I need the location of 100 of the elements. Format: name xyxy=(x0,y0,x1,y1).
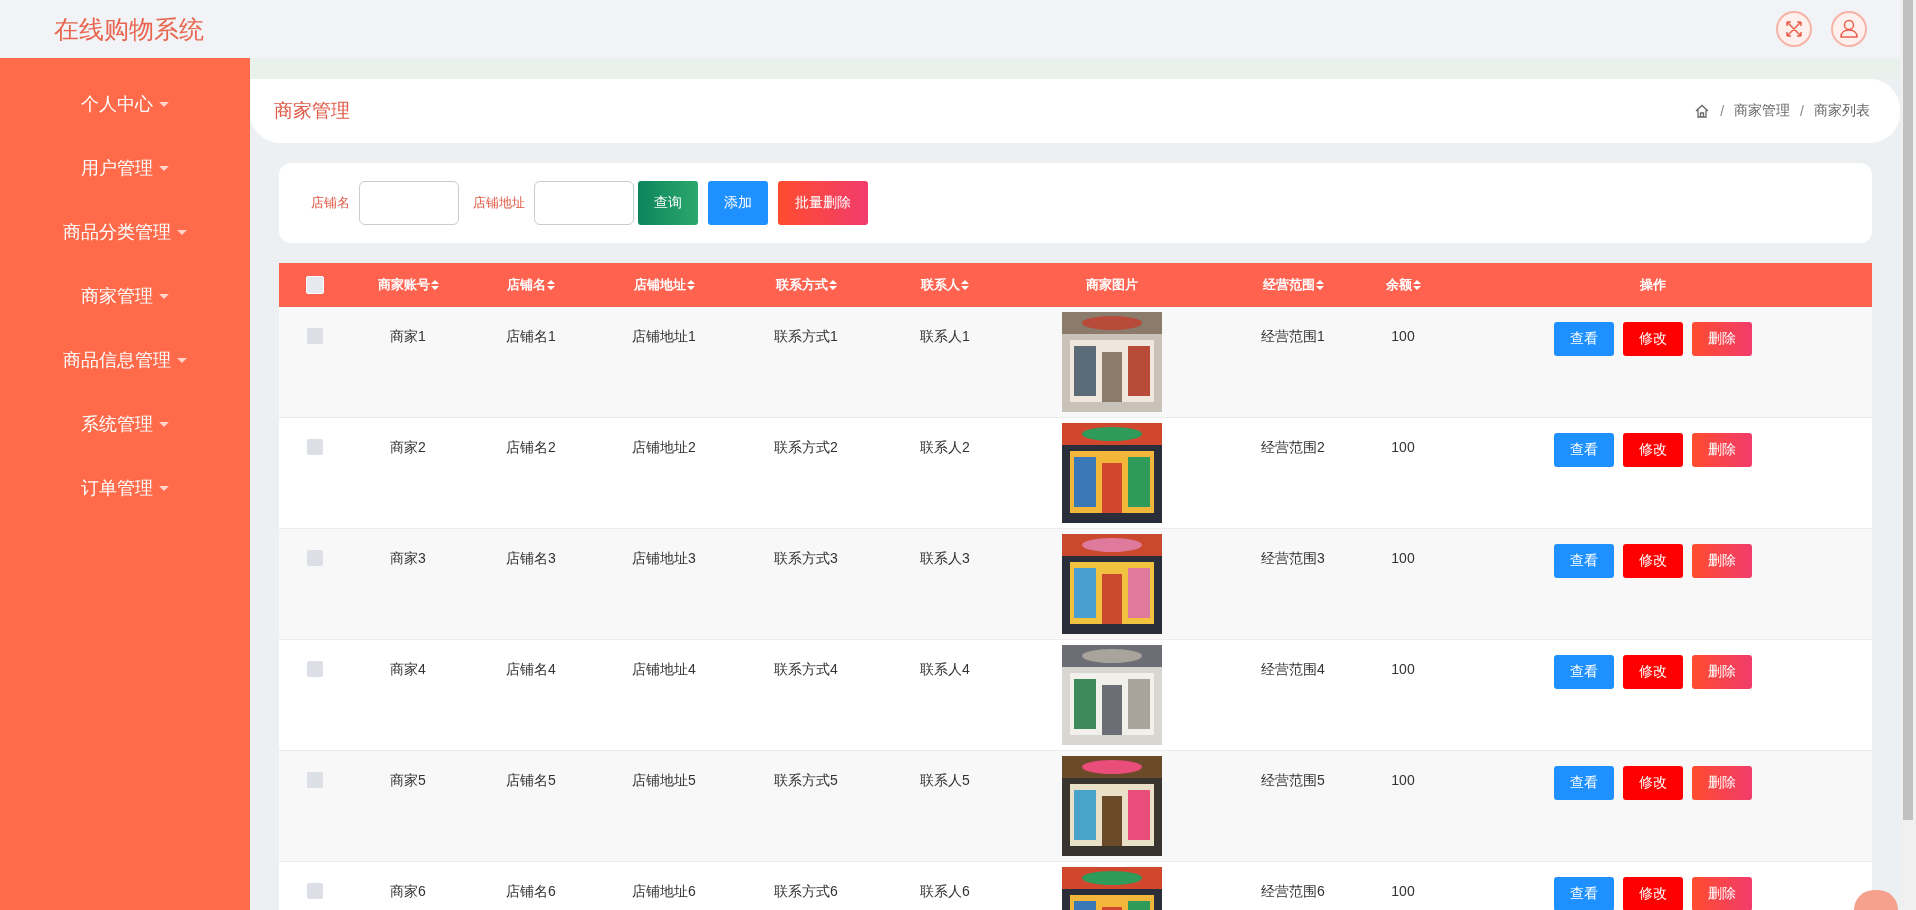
delete-button[interactable]: 删除 xyxy=(1692,655,1752,689)
sidebar-item[interactable]: 商品信息管理 xyxy=(0,328,250,392)
sidebar-item[interactable]: 订单管理 xyxy=(0,456,250,520)
view-button[interactable]: 查看 xyxy=(1554,877,1614,910)
table-cell: 经营范围5 xyxy=(1261,772,1325,790)
table-cell: 店铺地址6 xyxy=(632,883,696,901)
edit-button[interactable]: 修改 xyxy=(1623,655,1683,689)
delete-button[interactable]: 批量删除 xyxy=(778,181,868,225)
table-cell: 联系人2 xyxy=(920,439,970,457)
sidebar-item[interactable]: 用户管理 xyxy=(0,136,250,200)
delete-button[interactable]: 删除 xyxy=(1692,544,1752,578)
table-cell: 联系人3 xyxy=(920,550,970,568)
delete-button[interactable]: 删除 xyxy=(1692,766,1752,800)
user-icon[interactable] xyxy=(1830,10,1868,48)
column-header[interactable]: 店铺地址 xyxy=(633,276,686,294)
sort-icon[interactable] xyxy=(1412,279,1421,291)
checkbox[interactable] xyxy=(305,276,324,294)
sidebar-item[interactable]: 个人中心 xyxy=(0,72,250,136)
delete-button[interactable]: 删除 xyxy=(1692,433,1752,467)
caret-icon xyxy=(159,165,169,171)
table-cell: 经营范围2 xyxy=(1261,439,1325,457)
delete-button[interactable]: 删除 xyxy=(1692,877,1752,910)
table-cell: 商家6 xyxy=(390,883,426,901)
table-cell: 经营范围1 xyxy=(1261,328,1325,346)
scrollbar[interactable] xyxy=(1900,0,1916,910)
sort-icon[interactable] xyxy=(1315,279,1324,291)
caret-icon xyxy=(177,229,187,235)
table-cell: 100 xyxy=(1391,550,1415,566)
view-button[interactable]: 查看 xyxy=(1554,766,1614,800)
breadcrumb-item[interactable]: 商家列表 xyxy=(1814,102,1870,120)
table-cell: 联系人4 xyxy=(920,661,970,679)
table-cell: 联系方式4 xyxy=(774,661,838,679)
caret-icon xyxy=(177,357,187,363)
edit-button[interactable]: 修改 xyxy=(1623,877,1683,910)
sort-icon[interactable] xyxy=(430,279,439,291)
checkbox[interactable] xyxy=(306,883,323,899)
field-label: 店铺名 xyxy=(311,194,350,212)
table-cell: 店铺地址5 xyxy=(632,772,696,790)
column-header[interactable]: 联系方式 xyxy=(775,276,828,294)
sidebar-item[interactable]: 系统管理 xyxy=(0,392,250,456)
sort-icon[interactable] xyxy=(961,279,969,291)
page-title: 商家管理 xyxy=(274,99,350,123)
table-cell: 联系方式3 xyxy=(774,550,838,568)
sort-icon[interactable] xyxy=(828,279,837,291)
edit-button[interactable]: 修改 xyxy=(1623,544,1683,578)
column-header[interactable]: 余额 xyxy=(1385,276,1412,294)
table-cell: 联系方式5 xyxy=(774,772,838,790)
table-cell: 100 xyxy=(1391,661,1415,677)
checkbox[interactable] xyxy=(306,661,323,677)
delete-button[interactable]: 删除 xyxy=(1692,322,1752,356)
table-cell: 商家2 xyxy=(390,439,426,457)
breadcrumb-item[interactable]: 商家管理 xyxy=(1734,102,1791,120)
checkbox[interactable] xyxy=(306,328,323,344)
sort-icon[interactable] xyxy=(686,279,695,291)
input-field[interactable] xyxy=(534,181,634,225)
table-cell: 100 xyxy=(1391,883,1415,899)
table-cell: 联系方式1 xyxy=(774,328,838,346)
search-button[interactable]: 查询 xyxy=(638,181,698,225)
table-cell: 店铺地址3 xyxy=(632,550,696,568)
input-field[interactable] xyxy=(359,181,459,225)
table-cell: 店铺名3 xyxy=(506,550,556,568)
caret-icon xyxy=(159,101,169,107)
table-cell: 商家5 xyxy=(390,772,426,790)
home-icon[interactable] xyxy=(1694,103,1711,119)
sidebar-item[interactable]: 商家管理 xyxy=(0,264,250,328)
app-title: 在线购物系统 xyxy=(54,13,204,45)
view-button[interactable]: 查看 xyxy=(1554,433,1614,467)
table-cell: 店铺名1 xyxy=(506,328,556,346)
edit-button[interactable]: 修改 xyxy=(1623,766,1683,800)
checkbox[interactable] xyxy=(306,772,323,788)
checkbox[interactable] xyxy=(306,550,323,566)
view-button[interactable]: 查看 xyxy=(1554,544,1614,578)
breadcrumb-separator: / xyxy=(1720,103,1725,119)
column-header: 操作 xyxy=(1640,276,1666,294)
column-header[interactable]: 联系人 xyxy=(921,276,960,294)
sort-icon[interactable] xyxy=(547,279,555,291)
table-cell: 联系方式6 xyxy=(774,883,838,901)
checkbox[interactable] xyxy=(306,439,323,455)
view-button[interactable]: 查看 xyxy=(1554,322,1614,356)
caret-icon xyxy=(159,421,169,427)
caret-icon xyxy=(159,293,169,299)
table-cell: 经营范围3 xyxy=(1261,550,1325,568)
table-cell: 店铺地址1 xyxy=(632,328,696,346)
scrollbar-thumb[interactable] xyxy=(1903,0,1913,820)
table-cell: 联系人5 xyxy=(920,772,970,790)
column-header[interactable]: 经营范围 xyxy=(1262,276,1315,294)
table-cell: 联系方式2 xyxy=(774,439,838,457)
table-cell: 店铺地址4 xyxy=(632,661,696,679)
table-cell: 商家1 xyxy=(390,328,426,346)
table-cell: 店铺地址2 xyxy=(632,439,696,457)
caret-icon xyxy=(159,485,169,491)
column-header[interactable]: 店铺名 xyxy=(507,276,546,294)
view-button[interactable]: 查看 xyxy=(1554,655,1614,689)
column-header[interactable]: 商家账号 xyxy=(377,276,430,294)
edit-button[interactable]: 修改 xyxy=(1623,433,1683,467)
fullscreen-icon[interactable] xyxy=(1775,10,1813,48)
table-cell: 店铺名2 xyxy=(506,439,556,457)
add-button[interactable]: 添加 xyxy=(708,181,768,225)
edit-button[interactable]: 修改 xyxy=(1623,322,1683,356)
sidebar-item[interactable]: 商品分类管理 xyxy=(0,200,250,264)
